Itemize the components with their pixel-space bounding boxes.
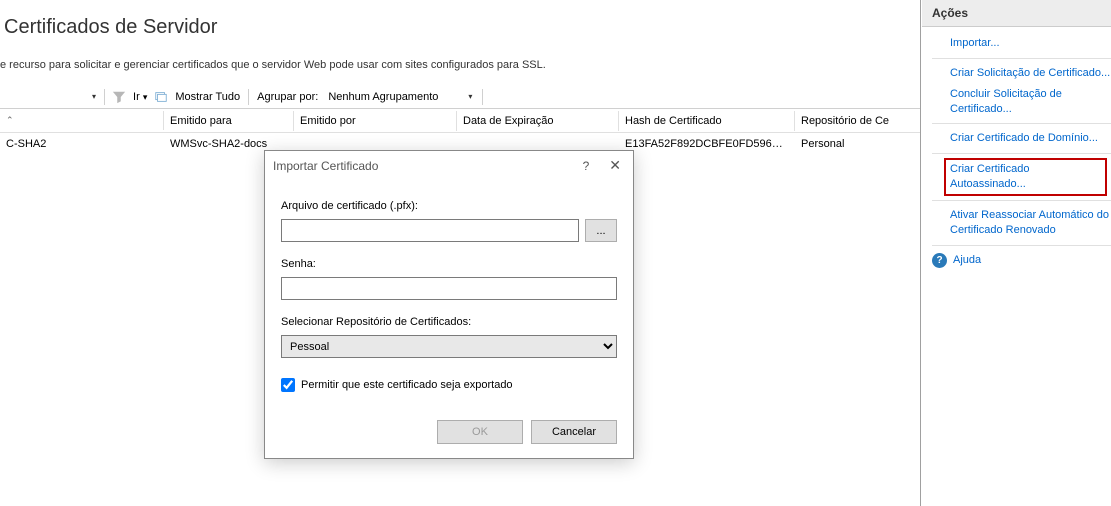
action-complete-request[interactable]: Concluir Solicitação de Certificado... [950,84,1111,120]
column-header-issued-by[interactable]: Emitido por [294,111,457,131]
dialog-title-text: Importar Certificado [273,159,378,173]
allow-export-label: Permitir que este certificado seja expor… [301,379,513,391]
cancel-button[interactable]: Cancelar [531,420,617,444]
password-input[interactable] [281,277,617,300]
group-by-label: Agrupar por: [253,89,322,105]
action-create-request[interactable]: Criar Solicitação de Certificado... [950,63,1111,84]
dialog-help-button[interactable]: ? [581,159,592,173]
cell-repo: Personal [795,135,920,153]
page-description: e recurso para solicitar e gerenciar cer… [0,59,920,85]
ok-button[interactable]: OK [437,420,523,444]
separator [932,153,1111,154]
chevron-down-icon: ▾ [468,92,472,101]
certificate-store-select[interactable]: Pessoal [281,335,617,358]
separator [932,58,1111,59]
go-button[interactable]: Ir ▾ [129,89,151,105]
close-icon[interactable]: ✕ [605,157,625,174]
action-create-self-signed[interactable]: Criar Certificado Autoassinado... [944,158,1107,196]
column-header-repo[interactable]: Repositório de Ce [795,111,920,131]
column-header-hash[interactable]: Hash de Certificado [619,111,795,131]
grid-header: ⌃ Emitido para Emitido por Data de Expir… [0,109,920,133]
separator [104,89,105,105]
dialog-titlebar: Importar Certificado ? ✕ [265,151,633,180]
sort-indicator-icon: ⌃ [6,115,14,126]
filter-dropdown[interactable]: ▾ [8,90,100,103]
action-help[interactable]: ? Ajuda [932,250,1111,271]
show-all-button[interactable]: Mostrar Tudo [171,89,244,105]
cell-name: C-SHA2 [0,135,164,153]
page-title: Certificados de Servidor [0,0,920,59]
password-label: Senha: [281,258,617,270]
cell-issued-by [294,141,457,147]
action-enable-rebind[interactable]: Ativar Reassociar Automático do Certific… [950,205,1111,241]
allow-export-input[interactable] [281,378,295,392]
show-all-icon[interactable] [151,88,171,106]
separator [932,245,1111,246]
help-label: Ajuda [953,253,981,268]
chevron-down-icon: ▾ [92,92,96,101]
column-header-expiration[interactable]: Data de Expiração [457,111,619,131]
filter-icon[interactable] [109,88,129,106]
separator [482,89,483,105]
column-header-name[interactable]: ⌃ [0,111,164,130]
browse-button[interactable]: ... [585,219,617,242]
file-label: Arquivo de certificado (.pfx): [281,200,617,212]
separator [932,200,1111,201]
group-by-dropdown[interactable]: Nenhum Agrupamento▾ [322,89,478,105]
actions-title: Ações [922,0,1111,27]
column-header-issued-to[interactable]: Emitido para [164,111,294,131]
actions-pane: Ações Importar... Criar Solicitação de C… [922,0,1111,506]
separator [932,123,1111,124]
store-label: Selecionar Repositório de Certificados: [281,316,617,328]
help-icon: ? [932,253,947,268]
cell-hash: E13FA52F892DCBFE0FD596C5... [619,135,795,153]
separator [248,89,249,105]
toolbar: ▾ Ir ▾ Mostrar Tudo Agrupar por: Nenhum … [0,85,920,109]
allow-export-checkbox[interactable]: Permitir que este certificado seja expor… [281,378,617,392]
action-create-domain[interactable]: Criar Certificado de Domínio... [950,128,1111,149]
action-import[interactable]: Importar... [950,33,1111,54]
certificate-file-input[interactable] [281,219,579,242]
import-certificate-dialog: Importar Certificado ? ✕ Arquivo de cert… [264,150,634,459]
cell-expiration [457,141,619,147]
